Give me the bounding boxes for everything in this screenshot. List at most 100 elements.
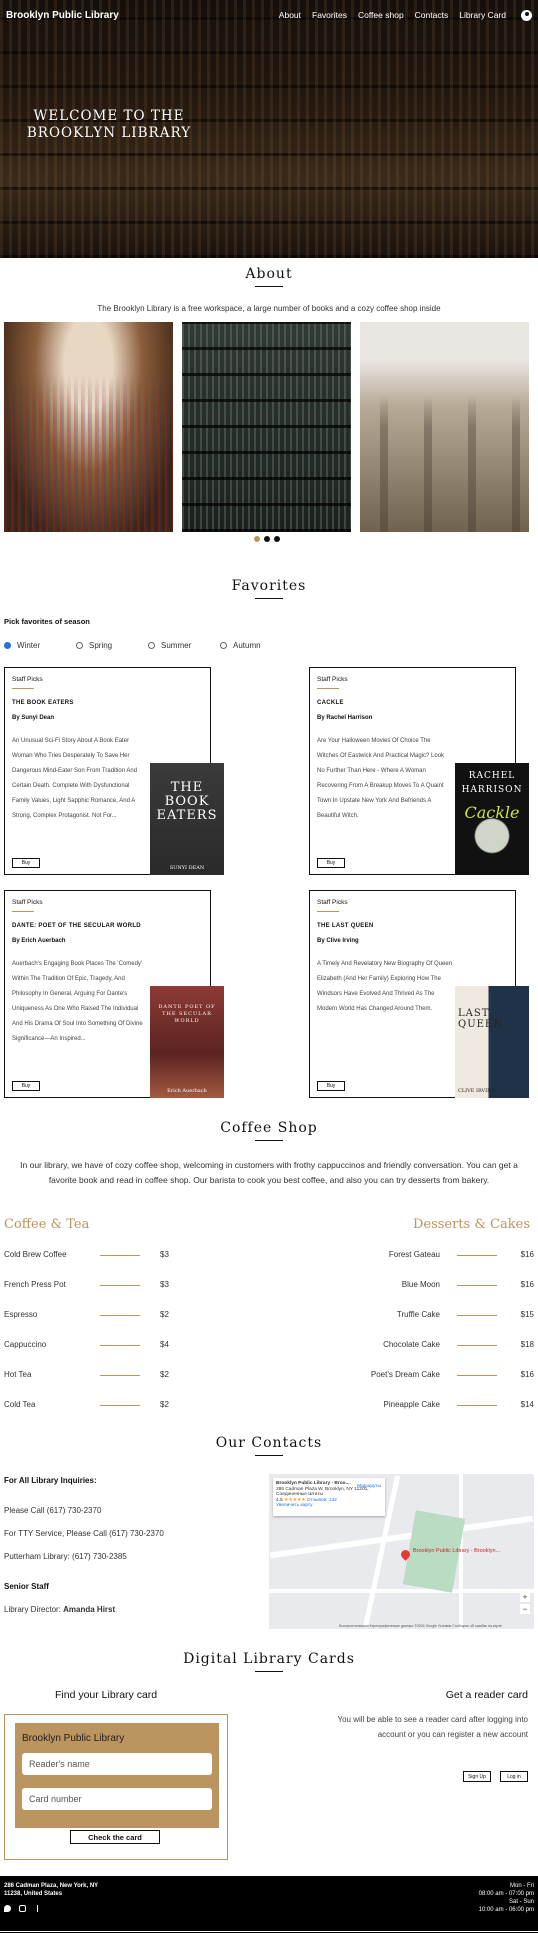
rating-stars-icon: ★★★★★ — [284, 1497, 306, 1503]
book-description: Are Your Halloween Movies Of Choice The … — [317, 738, 445, 819]
nav-contacts[interactable]: Contacts — [415, 10, 449, 20]
user-profile-icon[interactable] — [521, 9, 532, 21]
carousel-dot-1[interactable] — [254, 536, 260, 542]
book-card: Staff Picks THE LAST QUEEN By Clive Irvi… — [309, 890, 529, 1098]
footer-address: 286 Cadman Plaza, New York, NY 11238, Un… — [4, 1883, 99, 1897]
dotted-line — [457, 1315, 497, 1316]
book-cover: RACHEL HARRISON Cackle — [455, 763, 529, 875]
book-cover: DANTE POET OF THE SECULAR WORLD Erich Au… — [150, 986, 224, 1098]
item-name: Hot Tea — [4, 1370, 32, 1379]
menu-item: Espresso $2 — [4, 1310, 174, 1320]
welcome-heading: WELCOME TO THE BROOKLYN LIBRARY — [26, 108, 192, 141]
book-cover: THE BOOK EATERS SUNYI DEAN — [150, 763, 224, 875]
log-in-button[interactable]: Log in — [500, 1771, 528, 1782]
cover-author: CLIVE IRVING — [458, 1088, 496, 1094]
item-price: $3 — [160, 1280, 169, 1289]
season-autumn[interactable]: Autumn — [220, 641, 292, 650]
zoom-in-button[interactable]: + — [520, 1592, 530, 1602]
library-cards-title: Digital Library Cards — [183, 1651, 355, 1667]
book-title: DANTE: POET OF THE SECULAR WORLD — [12, 923, 141, 929]
season-summer[interactable]: Summer — [148, 641, 220, 650]
phone-number[interactable]: Please Call (617) 730-2370 — [4, 1506, 101, 1515]
item-price: $4 — [160, 1340, 169, 1349]
book-author: By Clive Irving — [317, 938, 359, 944]
hours-weekend-label: Sat - Sun — [508, 1899, 534, 1905]
reader-name-input[interactable]: Reader's name — [22, 1753, 212, 1775]
putterham-phone[interactable]: Putterham Library: (617) 730-2385 — [4, 1552, 127, 1561]
get-card-text: You will be able to see a reader card af… — [337, 1715, 529, 1739]
item-name: Espresso — [4, 1310, 38, 1319]
book-cover: LAST QUEEN CLIVE IRVING — [455, 986, 529, 1098]
book-title: THE BOOK EATERS — [12, 700, 74, 706]
dotted-line — [457, 1285, 497, 1286]
carousel-dot-3[interactable] — [274, 536, 280, 542]
season-label: Winter — [17, 641, 41, 650]
buy-button[interactable]: Buy — [12, 1081, 40, 1091]
director-name: Amanda Hirst — [63, 1605, 116, 1614]
buy-button[interactable]: Buy — [12, 858, 40, 868]
logo[interactable]: Brooklyn Public Library — [6, 10, 119, 21]
item-price: $16 — [520, 1280, 534, 1289]
item-price: $2 — [160, 1400, 169, 1409]
get-card-heading: Get a reader card — [445, 1689, 528, 1701]
season-label: Spring — [89, 641, 113, 650]
menu-item: Cappuccino $4 — [4, 1340, 174, 1350]
tty-phone[interactable]: For TTY Service, Please Call (617) 730-2… — [4, 1529, 164, 1538]
contacts-title-underline — [255, 1455, 283, 1456]
season-spring[interactable]: Spring — [76, 641, 148, 650]
map-rating: 4.5 — [276, 1497, 283, 1503]
radio-summer[interactable] — [148, 642, 155, 649]
menu-item: Cold Tea $2 — [4, 1400, 174, 1410]
item-price: $16 — [520, 1250, 534, 1259]
radio-autumn[interactable] — [220, 642, 227, 649]
item-name: Poet's Dream Cake — [370, 1370, 440, 1379]
dotted-line — [457, 1375, 497, 1376]
facebook-icon[interactable] — [34, 1905, 41, 1912]
book-title: THE LAST QUEEN — [317, 923, 374, 929]
item-name: Cold Tea — [4, 1400, 36, 1409]
directions-link[interactable]: Маршруты — [357, 1484, 381, 1490]
about-image-1 — [4, 322, 173, 532]
about-text: The Brooklyn Library is a free workspace… — [97, 304, 441, 313]
radio-spring[interactable] — [76, 642, 83, 649]
check-card-button[interactable]: Check the card — [70, 1830, 160, 1844]
nav-favorites[interactable]: Favorites — [312, 10, 347, 20]
instagram-icon[interactable] — [19, 1905, 26, 1912]
twitter-icon[interactable] — [4, 1905, 11, 1912]
carousel-pagination — [254, 536, 280, 542]
bigger-map-link[interactable]: Увеличить карту — [276, 1503, 382, 1509]
nav-coffee-shop[interactable]: Coffee shop — [358, 10, 404, 20]
book-card: Staff Picks THE BOOK EATERS By Sunyi Dea… — [4, 667, 224, 875]
radio-winter[interactable] — [4, 642, 11, 649]
library-cards-title-underline — [255, 1671, 283, 1672]
item-name: Pineapple Cake — [383, 1400, 440, 1409]
nav-about[interactable]: About — [279, 10, 301, 20]
about-image-2 — [182, 322, 351, 532]
dotted-line — [457, 1255, 497, 1256]
menu-item: Hot Tea $2 — [4, 1370, 174, 1380]
season-winter[interactable]: Winter — [4, 641, 76, 650]
nav-library-card[interactable]: Library Card — [459, 10, 506, 20]
carousel-dot-2[interactable] — [264, 536, 270, 542]
card-number-input[interactable]: Card number — [22, 1788, 212, 1810]
coffee-title: Coffee Shop — [220, 1120, 318, 1136]
buy-button[interactable]: Buy — [317, 1081, 345, 1091]
item-name: Cold Brew Coffee — [4, 1250, 67, 1259]
senior-staff-heading: Senior Staff — [4, 1582, 49, 1591]
map-reviews[interactable]: Отзывов: 132 — [307, 1498, 337, 1503]
sign-up-button[interactable]: Sign Up — [463, 1771, 491, 1782]
map-road — [269, 1589, 534, 1593]
desserts-heading: Desserts & Cakes — [412, 1217, 530, 1232]
cover-title: LAST QUEEN — [458, 1008, 503, 1030]
staff-picks-label: Staff Picks — [317, 899, 348, 906]
nav-menu: About Favorites Coffee shop Contacts Lib… — [279, 9, 532, 21]
footer: 286 Cadman Plaza, New York, NY 11238, Un… — [0, 1876, 538, 1933]
form-panel: Brooklyn Public Library Reader's name Ca… — [15, 1723, 219, 1828]
coffee-title-underline — [255, 1140, 283, 1141]
zoom-out-button[interactable]: − — [520, 1604, 530, 1614]
top-nav: Brooklyn Public Library About Favorites … — [0, 0, 538, 30]
find-card-form: Brooklyn Public Library Reader's name Ca… — [4, 1714, 228, 1860]
buy-button[interactable]: Buy — [317, 858, 345, 868]
google-map[interactable]: Brooklyn Public Library - Brooklyn... Br… — [269, 1474, 534, 1629]
staff-picks-label: Staff Picks — [317, 676, 348, 683]
